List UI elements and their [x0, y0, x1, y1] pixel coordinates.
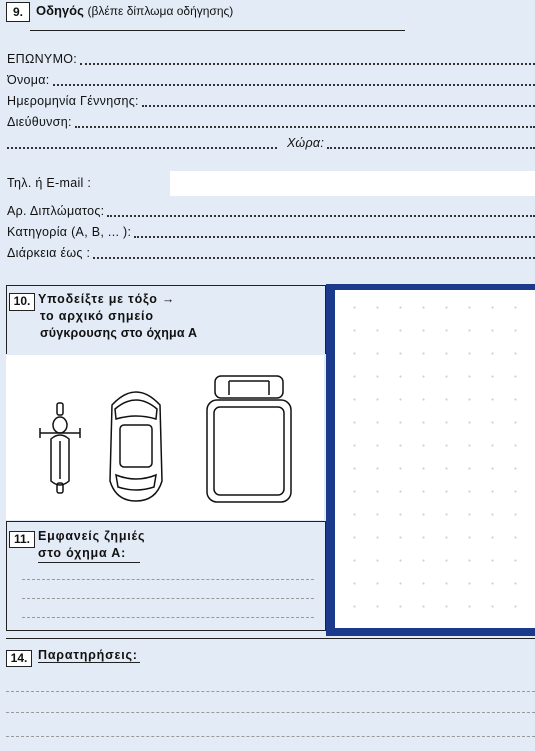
- damage-line-2[interactable]: [22, 598, 314, 599]
- category-field[interactable]: Κατηγορία (Α, Β, ... ):: [7, 223, 535, 241]
- license-number-dots: [107, 205, 535, 217]
- remarks-line-2[interactable]: [6, 712, 535, 713]
- address-label: Διεύθυνση:: [7, 115, 72, 129]
- motorcycle-icon[interactable]: [39, 402, 81, 494]
- phone-input[interactable]: [170, 171, 535, 196]
- section-9-title-note: (βλέπε δίπλωμα οδήγησης): [87, 4, 234, 18]
- section-9-title: Οδηγός (βλέπε δίπλωμα οδήγησης): [36, 3, 233, 18]
- damage-line-3[interactable]: [22, 617, 314, 618]
- dob-dots: [141, 95, 535, 107]
- section-9-number: 9.: [6, 2, 30, 22]
- valid-until-dots: [93, 247, 535, 259]
- section-14-number: 14.: [6, 650, 32, 667]
- address-field[interactable]: Διεύθυνση:: [7, 113, 535, 131]
- sketch-grid-area[interactable]: [335, 290, 535, 628]
- name-label: Όνομα:: [7, 73, 50, 87]
- section-9-underline: [30, 30, 405, 31]
- category-label: Κατηγορία (Α, Β, ... ):: [7, 225, 132, 239]
- remarks-line-1[interactable]: [6, 691, 535, 692]
- address-dots: [74, 116, 535, 128]
- section-10-line3: σύγκρουσης στο όχημα Α: [40, 326, 198, 340]
- vehicle-diagrams: [39, 375, 292, 503]
- address-line2-dots: [7, 137, 277, 149]
- vehicle-diagram-area: [6, 355, 324, 520]
- section-14-top-rule: [6, 638, 535, 639]
- phone-label: Τηλ. ή E-mail :: [7, 176, 92, 190]
- section-10-line1: Υποδείξτε με τόξο →: [38, 292, 176, 306]
- surname-field[interactable]: ΕΠΩΝΥΜΟ:: [7, 50, 535, 68]
- remarks-line-3[interactable]: [6, 736, 535, 737]
- country-dots: [327, 137, 535, 149]
- truck-icon[interactable]: [206, 375, 292, 503]
- valid-until-label: Διάρκεια έως :: [7, 246, 91, 260]
- country-label: Χώρα:: [287, 136, 325, 150]
- section-11-line2: στο όχημα Α:: [38, 545, 141, 563]
- surname-dots: [80, 53, 535, 65]
- section-10-instructions: Υποδείξτε με τόξο → το αρχικό σημείο σύγ…: [38, 291, 197, 342]
- damage-line-1[interactable]: [22, 579, 314, 580]
- address-country-field[interactable]: Χώρα:: [7, 134, 535, 152]
- section-10-number: 10.: [9, 293, 35, 311]
- license-number-field[interactable]: Αρ. Διπλώματος:: [7, 202, 535, 220]
- section-11-title: Εμφανείς ζημιές στο όχημα Α:: [38, 528, 145, 563]
- car-icon[interactable]: [109, 391, 163, 502]
- category-dots: [134, 226, 535, 238]
- section-11-number: 11.: [9, 531, 35, 548]
- dob-field[interactable]: Ημερομηνία Γέννησης:: [7, 92, 535, 110]
- license-number-label: Αρ. Διπλώματος:: [7, 204, 105, 218]
- name-dots: [52, 74, 535, 86]
- valid-until-field[interactable]: Διάρκεια έως :: [7, 244, 535, 262]
- name-field[interactable]: Όνομα:: [7, 71, 535, 89]
- surname-label: ΕΠΩΝΥΜΟ:: [7, 52, 78, 66]
- section-11-line1: Εμφανείς ζημιές: [38, 529, 146, 543]
- section-10-line2: το αρχικό σημείο: [40, 309, 154, 323]
- dob-label: Ημερομηνία Γέννησης:: [7, 94, 139, 108]
- section-9-title-bold: Οδηγός: [36, 3, 84, 18]
- section-14-title: Παρατηρήσεις:: [38, 648, 140, 663]
